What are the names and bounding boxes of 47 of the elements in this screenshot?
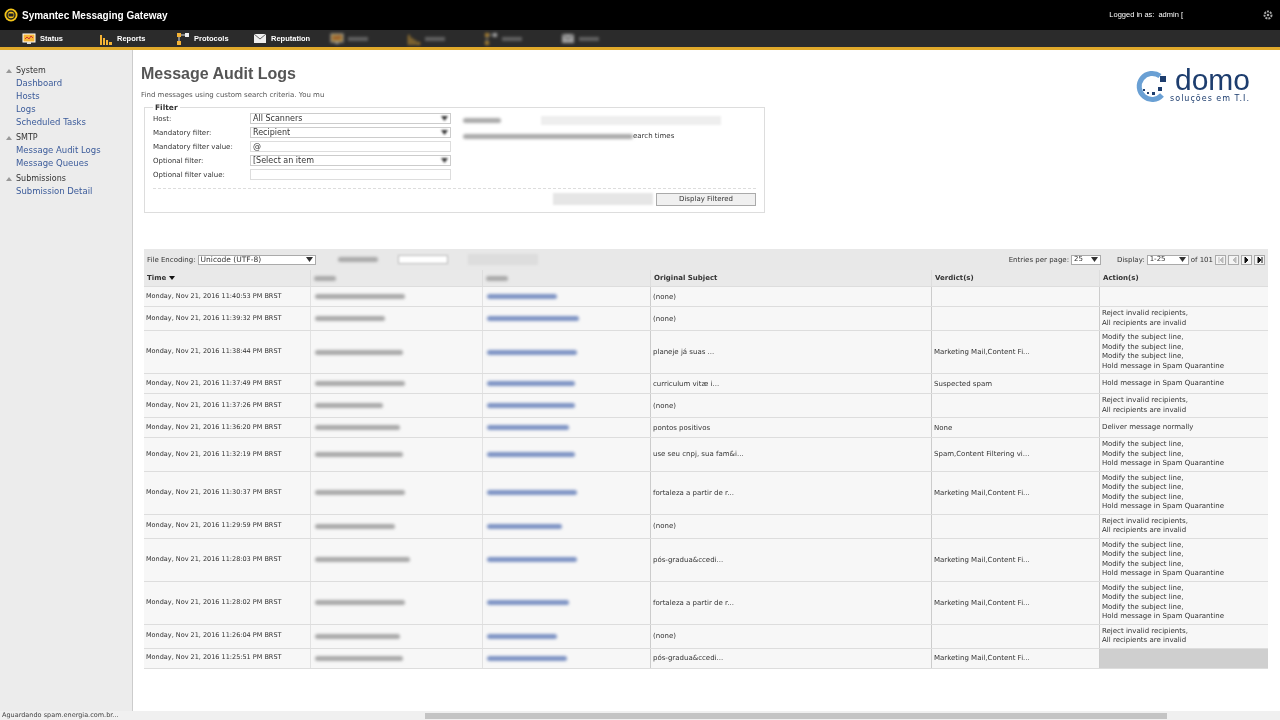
blurred-text — [487, 294, 557, 300]
first-page-icon — [1216, 256, 1225, 263]
sidebar-item[interactable]: Hosts — [0, 90, 132, 103]
sidebar-group[interactable]: SMTP — [16, 131, 38, 144]
caret-icon — [441, 158, 448, 164]
select-field[interactable]: All Scanners — [250, 113, 451, 125]
first-page-button[interactable] — [1215, 254, 1226, 265]
collapse-icon[interactable] — [6, 68, 12, 73]
sidebar-item[interactable]: Message Audit Logs — [0, 144, 132, 157]
blurred-text — [314, 275, 336, 281]
sidebar-item[interactable]: Dashboard — [0, 77, 132, 90]
sidebar-item[interactable]: Message Queues — [0, 157, 132, 170]
logo-tagline: soluções em T.I. — [1170, 94, 1250, 104]
blurred-text — [337, 257, 378, 263]
caret-icon — [441, 130, 448, 136]
sort-icon — [169, 276, 176, 281]
blurred-field — [397, 255, 448, 265]
blurred-text — [315, 316, 385, 322]
sidebar-group[interactable]: Submissions — [16, 172, 66, 185]
logo-icon — [4, 8, 18, 22]
collapse-icon[interactable] — [6, 176, 12, 181]
caret-icon — [441, 116, 448, 122]
input-field[interactable] — [250, 169, 451, 181]
next-page-button[interactable] — [1241, 254, 1252, 265]
caret-icon — [1178, 257, 1186, 263]
blurred-text — [463, 118, 501, 124]
sidebar-item[interactable]: Submission Detail — [0, 185, 132, 198]
caret-icon — [1091, 257, 1098, 263]
blurred-text — [315, 403, 383, 409]
settings-icon[interactable] — [1263, 10, 1273, 20]
select-field[interactable]: Recipient — [250, 127, 451, 139]
page-title: Message Audit Logs — [141, 64, 297, 84]
sidebar-item[interactable]: Scheduled Tasks — [0, 116, 132, 129]
caret-icon — [305, 257, 313, 263]
sidebar-group[interactable]: System — [16, 64, 46, 77]
next-page-icon — [1242, 256, 1251, 263]
sidebar-item[interactable]: Logs — [0, 103, 132, 116]
blurred-text — [487, 633, 557, 639]
last-page-icon — [1255, 256, 1264, 263]
select-field[interactable]: [Select an item — [250, 155, 451, 167]
logo-name: domo — [1174, 66, 1250, 94]
collapse-icon[interactable] — [6, 135, 12, 140]
input-field[interactable]: @ — [250, 141, 451, 153]
product-name: Symantec Messaging Gateway — [22, 8, 168, 23]
scrollbar-thumb[interactable] — [425, 713, 1167, 719]
blurred-text — [486, 275, 508, 281]
last-page-button[interactable] — [1254, 254, 1265, 265]
